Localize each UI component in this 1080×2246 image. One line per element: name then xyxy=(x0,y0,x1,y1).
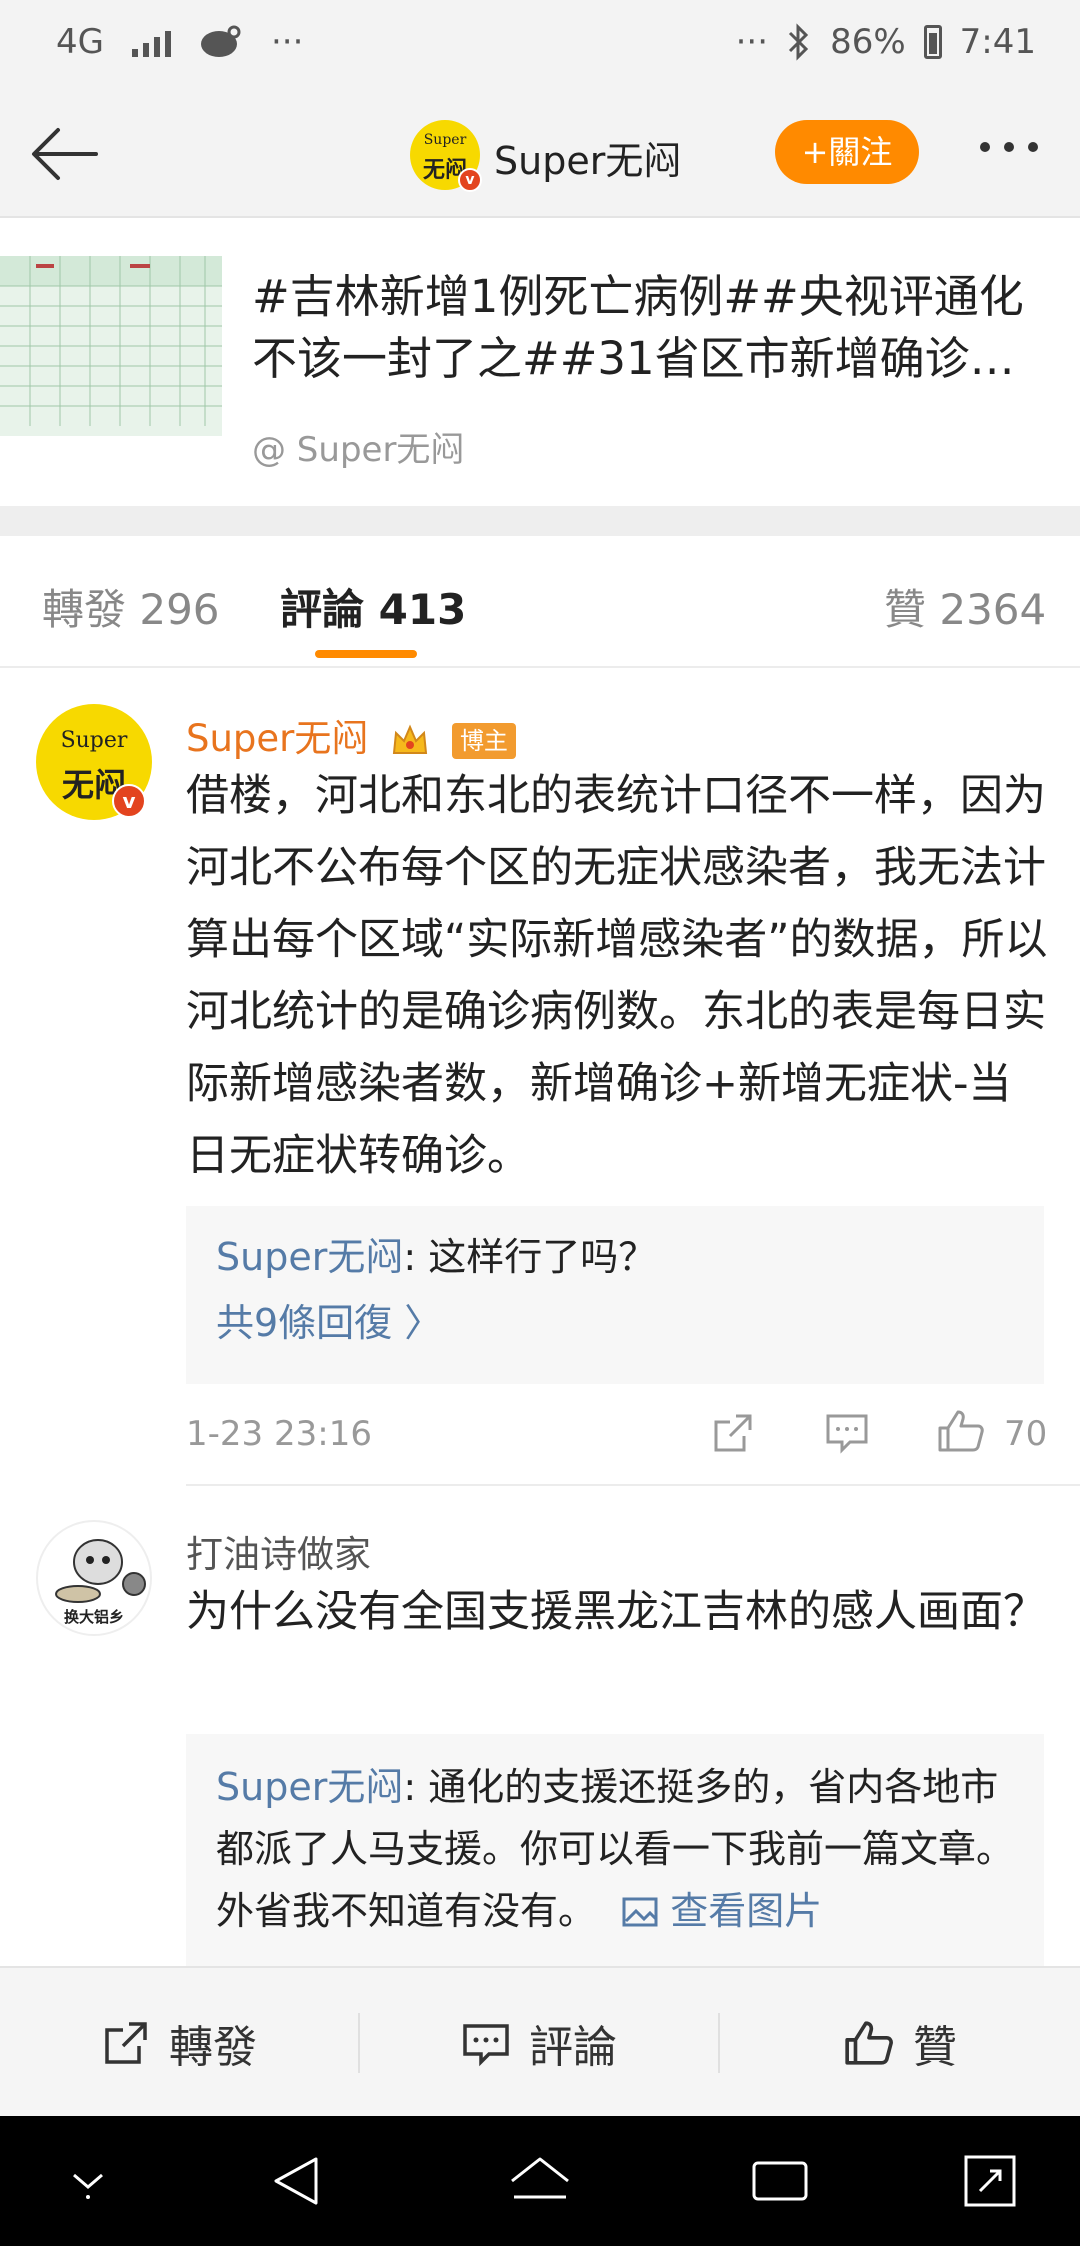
follow-button[interactable]: +關注 xyxy=(775,120,919,184)
section-divider xyxy=(0,506,1080,536)
reply-preview-box[interactable]: Super无闷: 这样行了吗？ 共9條回復 〉 xyxy=(186,1206,1044,1384)
tab-comments[interactable]: 評論 413 xyxy=(280,576,466,637)
nav-home-icon[interactable] xyxy=(500,2141,580,2221)
comment-text: 借楼，河北和东北的表统计口径不一样，因为河北不公布每个区的无症状感染者，我无法计… xyxy=(186,771,1048,1181)
tab-bar: 轉發 296 評論 413 贊 2364 xyxy=(0,536,1080,668)
tab-likes[interactable]: 贊 2364 xyxy=(884,576,1046,637)
top-header: Super 无闷 v Super无闷 +關注 xyxy=(0,90,1080,218)
commenter-name[interactable]: Super无闷 博主 xyxy=(186,708,516,762)
clock: 7:41 xyxy=(959,22,1036,62)
arrow-left-icon[interactable] xyxy=(26,114,106,194)
verified-badge-icon: v xyxy=(112,784,146,818)
avatar-caption: 换大铝乡 xyxy=(63,1608,124,1626)
image-icon xyxy=(622,1897,658,1927)
account-name[interactable]: Super无闷 xyxy=(494,130,681,185)
weibo-notification-icon xyxy=(200,25,241,57)
status-overflow-dots-right: ··· xyxy=(735,22,769,62)
repost-button[interactable]: 轉發 xyxy=(0,1968,358,2118)
comment-text: 为什么没有全国支援黑龙江吉林的感人画面？ xyxy=(186,1587,1046,1637)
article-author: @ Super无闷 xyxy=(252,430,465,470)
more-dots-icon[interactable] xyxy=(980,142,1038,152)
nav-collapse-icon[interactable] xyxy=(48,2141,128,2221)
status-bar: 4G ··· ··· 86% 7:41 xyxy=(0,0,1080,90)
comment-button[interactable]: 評論 xyxy=(360,1968,718,2118)
share-icon[interactable] xyxy=(710,1410,756,1456)
like-icon xyxy=(845,2021,893,2065)
author-badge: 博主 xyxy=(451,722,516,759)
signal-icon xyxy=(131,27,171,57)
like-icon[interactable] xyxy=(936,1406,986,1456)
repost-icon xyxy=(105,2022,147,2064)
like-button[interactable]: 贊 xyxy=(720,1968,1080,2118)
comment-divider xyxy=(186,1484,1080,1486)
commenter-name[interactable]: 打油诗做家 xyxy=(186,1524,371,1578)
verified-badge-icon: v xyxy=(458,168,482,192)
crown-icon xyxy=(393,723,428,754)
article-thumbnail[interactable] xyxy=(0,256,222,436)
status-overflow-dots: ··· xyxy=(270,22,304,62)
system-navigation-bar xyxy=(0,2116,1080,2246)
battery-percent: 86% xyxy=(830,22,906,62)
nav-recents-icon[interactable] xyxy=(740,2141,820,2221)
nav-expand-icon[interactable] xyxy=(950,2141,1030,2221)
reply-line: Super无闷: 通化的支援还挺多的，省内各地市都派了人马支援。你可以看一下我前… xyxy=(216,1765,1015,1933)
nav-back-icon[interactable] xyxy=(258,2141,338,2221)
active-tab-indicator xyxy=(315,650,417,658)
article-title[interactable]: #吉林新增1例死亡病例##央视评通化 不该一封了之##31省区市新增确诊病例# xyxy=(252,266,1052,390)
comment-icon xyxy=(463,2024,509,2067)
bluetooth-icon xyxy=(789,23,809,61)
commenter-avatar[interactable]: 换大铝乡 xyxy=(36,1520,152,1636)
view-image-link[interactable]: 查看图片 xyxy=(622,1889,822,1933)
battery-icon xyxy=(923,25,942,59)
account-avatar[interactable]: Super 无闷 v xyxy=(410,120,482,192)
comment-time: 1-23 23:16 xyxy=(186,1414,372,1454)
view-replies-link[interactable]: 共9條回復 〉 xyxy=(216,1292,1014,1347)
reply-line: Super无闷: 这样行了吗？ xyxy=(216,1235,657,1279)
bottom-action-bar: 轉發 評論 贊 xyxy=(0,1966,1080,2116)
reply-preview-box[interactable]: Super无闷: 通化的支援还挺多的，省内各地市都派了人马支援。你可以看一下我前… xyxy=(186,1734,1044,1974)
article-card[interactable]: #吉林新增1例死亡病例##央视评通化 不该一封了之##31省区市新增确诊病例# … xyxy=(0,226,1080,506)
like-count: 70 xyxy=(1004,1414,1048,1454)
table-image-icon xyxy=(0,256,222,436)
network-indicator: 4G xyxy=(56,22,104,62)
comment-icon[interactable] xyxy=(824,1410,870,1456)
tab-reposts[interactable]: 轉發 296 xyxy=(42,576,220,637)
